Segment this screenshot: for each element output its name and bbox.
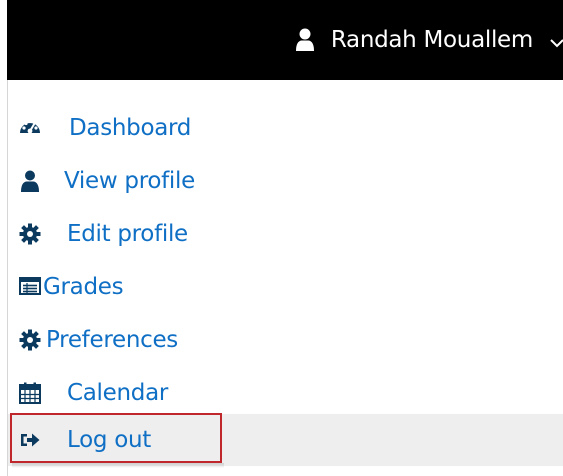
user-dropdown-menu: Dashboard View profile Edit profile Grad…: [7, 80, 563, 476]
menu-item-label: Log out: [67, 427, 151, 453]
menu-item-label: Edit profile: [67, 221, 188, 247]
menu-item-label: Grades: [43, 274, 124, 300]
user-name: Randah Mouallem: [330, 27, 533, 53]
user-icon: [19, 170, 41, 192]
calendar-icon: [19, 382, 41, 404]
navbar: Randah Mouallem: [7, 0, 563, 80]
menu-item-log-out[interactable]: Log out: [8, 414, 563, 466]
menu-item-label: Calendar: [67, 380, 169, 406]
chevron-down-icon: [549, 34, 563, 48]
menu-item-view-profile[interactable]: View profile: [8, 155, 563, 207]
menu-item-dashboard[interactable]: Dashboard: [8, 102, 563, 154]
user-menu-toggle[interactable]: Randah Mouallem: [295, 0, 563, 80]
menu-item-label: View profile: [64, 168, 195, 194]
tachometer-icon: [19, 117, 41, 139]
user-icon: [295, 28, 315, 52]
table-icon: [19, 276, 41, 298]
cog-icon: [19, 329, 41, 351]
menu-item-grades[interactable]: Grades: [8, 261, 563, 313]
menu-item-label: Dashboard: [69, 115, 192, 141]
menu-item-calendar[interactable]: Calendar: [8, 367, 563, 419]
sign-out-icon: [19, 429, 41, 451]
menu-item-label: Preferences: [46, 327, 178, 353]
menu-item-preferences[interactable]: Preferences: [8, 314, 563, 366]
menu-item-edit-profile[interactable]: Edit profile: [8, 208, 563, 260]
cog-icon: [19, 223, 41, 245]
